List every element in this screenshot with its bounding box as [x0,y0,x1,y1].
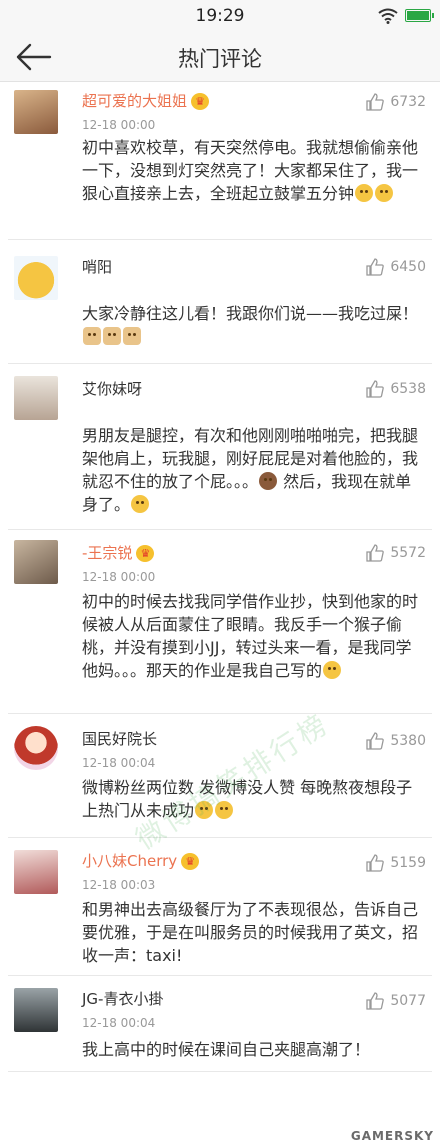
username[interactable]: 超可爱的大姐姐 ♛ [82,90,210,111]
like-button[interactable]: 5077 [366,990,426,1012]
like-button[interactable]: 5380 [366,730,426,752]
thumbs-up-icon [366,258,385,276]
vip-crown-icon: ♛ [191,93,210,110]
username[interactable]: 小八妹Cherry ♛ [82,850,200,871]
status-time: 19:29 [195,6,245,26]
like-count: 6538 [390,381,426,397]
username[interactable]: 国民好院长 [82,728,157,749]
timestamp: 12-18 00:04 [82,1016,156,1030]
timestamp: 12-18 00:04 [82,756,156,770]
username[interactable]: 艾你妹呀 [82,378,142,399]
thumbs-up-icon [366,854,385,872]
comment-text: 初中喜欢校草，有天突然停电。我就想偷偷亲他一下，没想到灯突然亮了！大家都呆住了，… [82,138,419,203]
timestamp: 12-18 00:00 [82,118,156,132]
comment-text: 初中的时候去找我同学借作业抄，快到他家的时候被人从后面蒙住了眼睛。我反手一个猴子… [82,592,419,680]
laugh-cry-emoji [355,184,374,202]
thumbs-up-icon [366,544,385,562]
think-emoji [215,801,234,819]
comment-text: 男朋友是腿控，有次和他刚刚啪啪啪完，把我腿架他肩上，玩我腿，刚好屁屁是对着他脸的… [82,426,419,514]
see-no-evil-emoji [259,472,278,490]
laugh-cry-emoji [375,184,394,202]
wifi-icon [378,8,398,24]
avatar[interactable] [14,256,58,300]
thumbs-up-icon [366,380,385,398]
nav-bar: 热门评论 [0,32,440,82]
comment-text: 我上高中的时候在课间自己夹腿高潮了！ [82,1040,371,1059]
like-button[interactable]: 5572 [366,542,426,564]
comment-item: 小八妹Cherry ♛ 12-18 00:03 5159 和男神出去高级餐厅为了不… [0,838,440,976]
avatar[interactable] [14,376,58,420]
timestamp: 12-18 00:03 [82,878,156,892]
thumbs-up-icon [366,93,385,111]
like-count: 5572 [390,545,426,561]
like-button[interactable]: 5159 [366,852,426,874]
avatar[interactable] [14,726,58,770]
like-button[interactable]: 6450 [366,256,426,278]
corner-watermark: GAMERSKY [350,1129,434,1143]
username[interactable]: 哨阳 [82,256,112,277]
comment-item: -王宗锐 ♛ 12-18 00:00 5572 初中的时候去找我同学借作业抄，快到… [0,530,440,714]
comment-text: 微博粉丝两位数 发微博没人赞 每晚熬夜想段子上热门从未成功 [82,778,413,820]
username[interactable]: JG-青衣小掛 [82,988,163,1009]
page-title: 热门评论 [178,47,262,71]
smile-emoji [131,495,150,513]
username[interactable]: -王宗锐 ♛ [82,542,155,563]
thumbs-up-icon [366,992,385,1010]
comment-item: 国民好院长 12-18 00:04 5380 微博粉丝两位数 发微博没人赞 每晚… [0,714,440,838]
clap-emoji [323,661,342,679]
like-count: 5380 [390,733,426,749]
timestamp: 12-18 00:00 [82,570,156,584]
dog-emoji [103,327,121,345]
dog-emoji [123,327,141,345]
like-count: 5077 [390,993,426,1009]
like-count: 5159 [390,855,426,871]
like-count: 6450 [390,259,426,275]
think-emoji [195,801,214,819]
vip-crown-icon: ♛ [136,545,155,562]
comment-item: JG-青衣小掛 12-18 00:04 5077 我上高中的时候在课间自己夹腿高… [0,976,440,1072]
like-button[interactable]: 6732 [366,91,426,113]
vip-crown-icon: ♛ [181,853,200,870]
dog-emoji [83,327,101,345]
divider [8,1071,432,1072]
comment-text: 大家冷静往这儿看！我跟你们说——我吃过屎！ [82,302,422,348]
comment-item: 哨阳 6450 大家冷静往这儿看！我跟你们说——我吃过屎！ [0,240,440,364]
avatar[interactable] [14,90,58,134]
comment-item: 超可爱的大姐姐 ♛ 12-18 00:00 6732 初中喜欢校草，有天突然停电。… [0,82,440,240]
like-count: 6732 [390,94,426,110]
battery-icon [405,9,434,22]
like-button[interactable]: 6538 [366,378,426,400]
avatar[interactable] [14,850,58,894]
avatar[interactable] [14,988,58,1032]
back-arrow-icon[interactable] [14,40,54,74]
status-bar: 19:29 [0,0,440,32]
thumbs-up-icon [366,732,385,750]
avatar[interactable] [14,540,58,584]
comment-text: 和男神出去高级餐厅为了不表现很怂，告诉自己要优雅，于是在叫服务员的时候我用了英文… [82,900,419,965]
comment-item: 艾你妹呀 6538 男朋友是腿控，有次和他刚刚啪啪啪完，把我腿架他肩上，玩我腿，… [0,364,440,530]
